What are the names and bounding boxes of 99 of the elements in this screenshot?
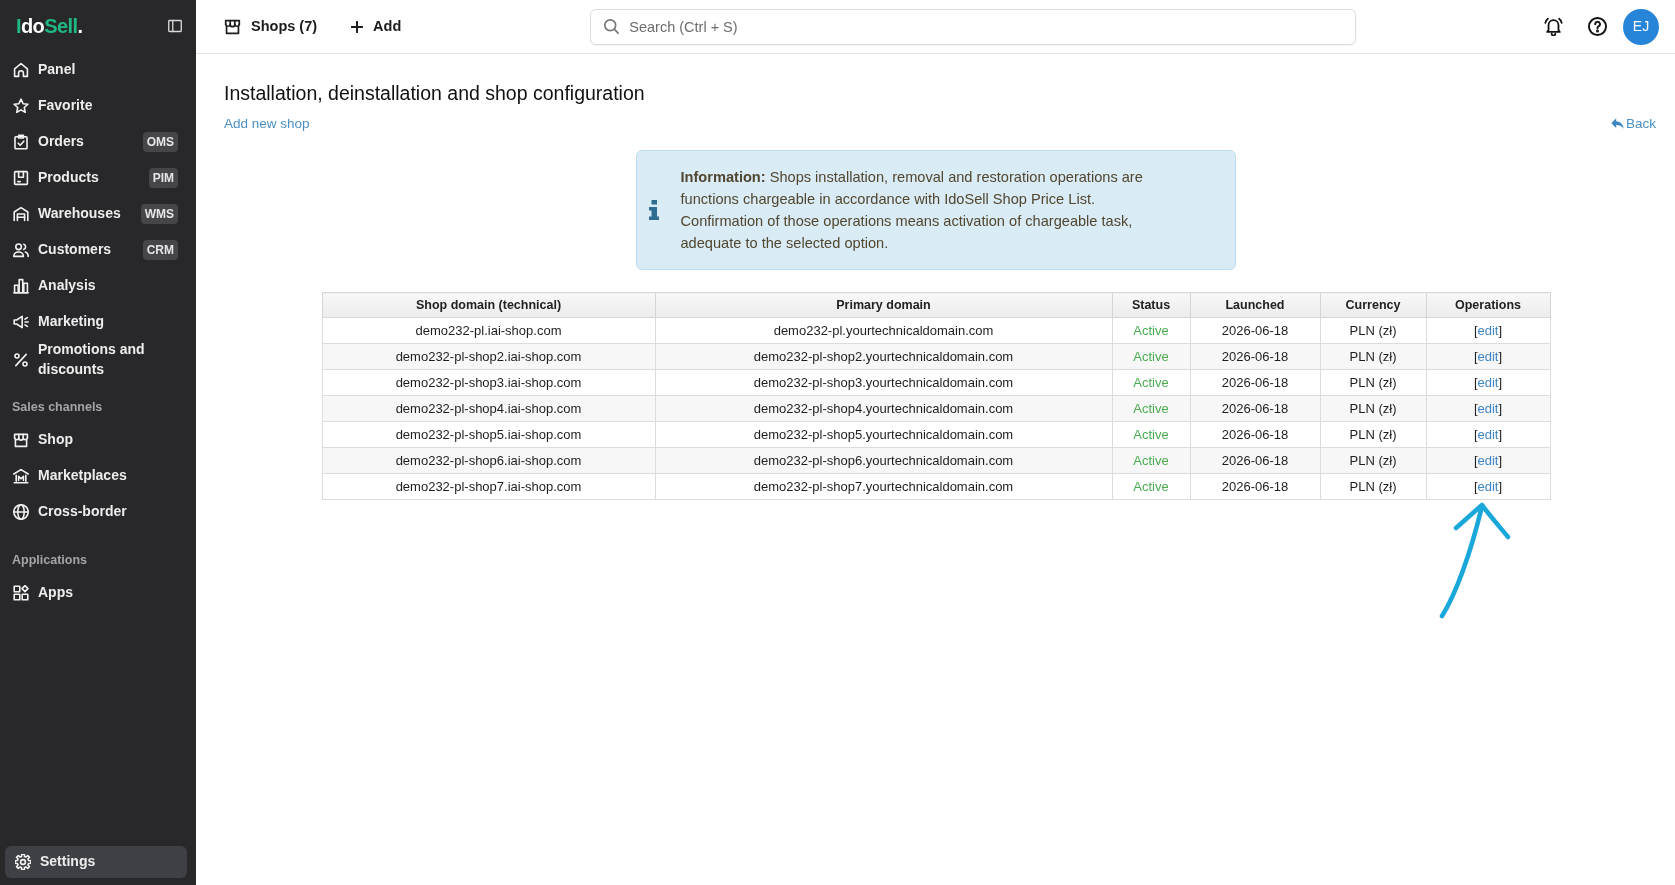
table-cell: demo232-pl-shop5.yourtechnicaldomain.com xyxy=(655,421,1112,448)
warehouse-icon xyxy=(13,206,29,222)
table-cell: demo232-pl.yourtechnicaldomain.com xyxy=(655,317,1112,344)
table-cell: 2026-06-18 xyxy=(1190,395,1320,422)
bank-icon xyxy=(13,468,29,484)
edit-link[interactable]: [edit] xyxy=(1473,348,1503,364)
add-button[interactable]: Add xyxy=(351,15,402,38)
status-cell: Active xyxy=(1112,473,1190,500)
sidebar-item[interactable]: Analysis xyxy=(0,268,196,304)
page-title: Installation, deinstallation and shop configuration xyxy=(224,81,646,105)
edit-link[interactable]: [edit] xyxy=(1473,478,1503,494)
table-cell: 2026-06-18 xyxy=(1190,369,1320,396)
module-tag: PIM xyxy=(148,168,178,188)
status-cell: Active xyxy=(1112,317,1190,344)
edit-link[interactable]: [edit] xyxy=(1473,452,1503,468)
table-cell: PLN (zł) xyxy=(1320,343,1426,370)
table-cell: PLN (zł) xyxy=(1320,395,1426,422)
megaphone-icon xyxy=(13,314,29,330)
clipboard-check-icon xyxy=(13,134,29,150)
table-cell: demo232-pl-shop4.iai-shop.com xyxy=(322,395,655,422)
add-shop-link[interactable]: Add new shop xyxy=(224,115,310,133)
apps-icon xyxy=(13,585,29,601)
edit-link[interactable]: [edit] xyxy=(1473,400,1503,416)
table-cell: demo232-pl.iai-shop.com xyxy=(322,317,655,344)
table-cell: demo232-pl-shop3.yourtechnicaldomain.com xyxy=(655,369,1112,396)
column-header: Launched xyxy=(1190,292,1320,318)
globe-icon xyxy=(13,504,29,520)
plus-icon xyxy=(351,20,364,33)
table-cell: 2026-06-18 xyxy=(1190,473,1320,500)
table-cell: demo232-pl-shop5.iai-shop.com xyxy=(322,421,655,448)
sidebar-toggle-icon[interactable] xyxy=(168,19,182,33)
storefront-icon xyxy=(224,18,241,35)
table-cell: demo232-pl-shop3.iai-shop.com xyxy=(322,369,655,396)
sidebar-item[interactable]: Promotions and discounts xyxy=(0,340,196,379)
search-field[interactable]: Search (Ctrl + S) xyxy=(590,8,1357,45)
shops-button[interactable]: Shops (7) xyxy=(224,15,318,38)
info-icon xyxy=(648,200,659,220)
sidebar-item[interactable]: Apps xyxy=(0,575,196,611)
bar-chart-icon xyxy=(13,278,29,294)
table-cell: demo232-pl-shop2.yourtechnicaldomain.com xyxy=(655,343,1112,370)
table-cell: 2026-06-18 xyxy=(1190,447,1320,474)
search-icon xyxy=(604,18,620,34)
edit-link[interactable]: [edit] xyxy=(1473,322,1503,338)
info-message: Information: Shops installation, removal and restoration operations are functions chargeable in accordance with IdoSell Shop Price List. Confirmation of those operations means activation of chargeable task, adequate to the selected option. xyxy=(680,168,1144,253)
status-cell: Active xyxy=(1112,447,1190,474)
storefront-icon xyxy=(13,432,29,448)
column-header: Operations xyxy=(1426,292,1550,318)
star-icon xyxy=(13,98,29,114)
table-cell: PLN (zł) xyxy=(1320,421,1426,448)
sidebar-item[interactable]: Panel xyxy=(0,52,196,88)
table-cell: 2026-06-18 xyxy=(1190,421,1320,448)
column-header: Shop domain (technical) xyxy=(322,292,655,318)
status-cell: Active xyxy=(1112,343,1190,370)
box-icon xyxy=(13,170,29,186)
module-tag: WMS xyxy=(140,204,178,224)
edit-link[interactable]: [edit] xyxy=(1473,426,1503,442)
table-cell: demo232-pl-shop6.yourtechnicaldomain.com xyxy=(655,447,1112,474)
gear-icon xyxy=(15,854,31,870)
sidebar-item[interactable]: Favorite xyxy=(0,88,196,124)
table-cell: demo232-pl-shop4.yourtechnicaldomain.com xyxy=(655,395,1112,422)
reply-arrow-icon xyxy=(1611,118,1624,129)
sidebar-item[interactable]: Warehouses WMS xyxy=(0,196,196,232)
status-cell: Active xyxy=(1112,369,1190,396)
help-icon xyxy=(1587,17,1607,36)
table-cell: demo232-pl-shop6.iai-shop.com xyxy=(322,447,655,474)
edit-link[interactable]: [edit] xyxy=(1473,374,1503,390)
percent-icon xyxy=(13,351,29,368)
bell-icon xyxy=(1543,17,1563,36)
users-icon xyxy=(13,242,29,258)
section-heading: Sales channels xyxy=(11,399,104,416)
sidebar-item[interactable]: Products PIM xyxy=(0,160,196,196)
table-cell: demo232-pl-shop7.iai-shop.com xyxy=(322,473,655,500)
column-header: Status xyxy=(1112,292,1190,318)
back-link[interactable]: Back xyxy=(1611,115,1656,133)
table-cell: demo232-pl-shop7.yourtechnicaldomain.com xyxy=(655,473,1112,500)
section-heading: Applications xyxy=(11,552,88,569)
column-header: Primary domain xyxy=(655,292,1112,318)
table-cell: PLN (zł) xyxy=(1320,317,1426,344)
sidebar-item[interactable]: Marketplaces xyxy=(0,458,196,494)
sidebar-item[interactable]: Marketing xyxy=(0,304,196,340)
table-cell: PLN (zł) xyxy=(1320,369,1426,396)
sidebar-item[interactable]: Shop xyxy=(0,422,196,458)
logo[interactable]: IdoSell. xyxy=(16,16,83,36)
table-cell: PLN (zł) xyxy=(1320,447,1426,474)
module-tag: CRM xyxy=(142,240,178,260)
column-header: Currency xyxy=(1320,292,1426,318)
module-tag: OMS xyxy=(142,132,178,152)
sidebar-item[interactable]: Settings xyxy=(5,846,187,878)
table-cell: PLN (zł) xyxy=(1320,473,1426,500)
status-cell: Active xyxy=(1112,395,1190,422)
table-cell: 2026-06-18 xyxy=(1190,343,1320,370)
table-cell: 2026-06-18 xyxy=(1190,317,1320,344)
sidebar-item[interactable]: Customers CRM xyxy=(0,232,196,268)
home-icon xyxy=(13,62,29,78)
avatar[interactable]: EJ xyxy=(1623,8,1659,45)
sidebar-item[interactable]: Orders OMS xyxy=(0,124,196,160)
table-cell: demo232-pl-shop2.iai-shop.com xyxy=(322,343,655,370)
sidebar-item[interactable]: Cross-border xyxy=(0,494,196,530)
status-cell: Active xyxy=(1112,421,1190,448)
